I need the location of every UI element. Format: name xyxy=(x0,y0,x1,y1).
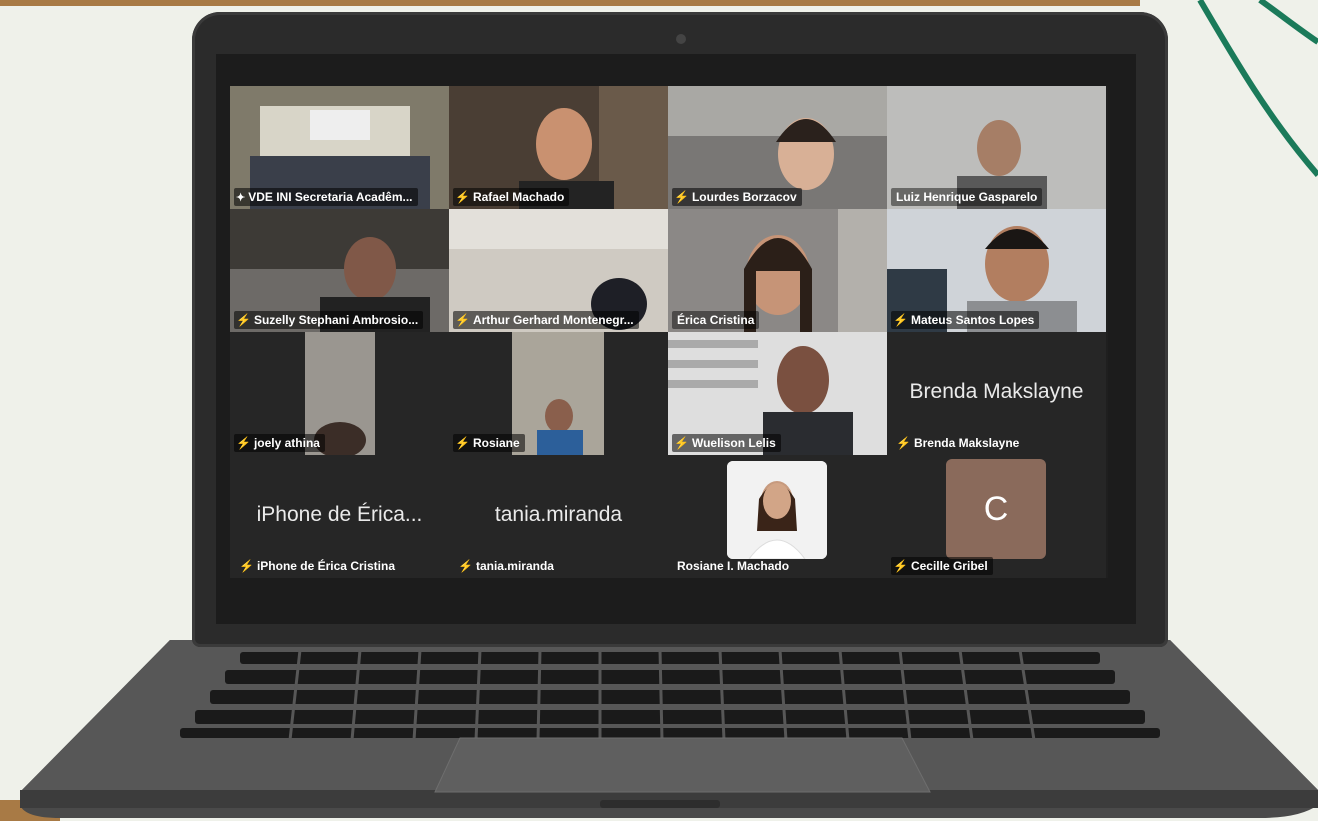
participant-name-tag: ⚡ Suzelly Stephani Ambrosio... xyxy=(234,311,424,329)
laptop-lid: ✦ VDE INI Secretaria Acadêm... ⚡ Rafael Ma… xyxy=(192,12,1168,647)
mic-off-icon: ⚡ xyxy=(239,559,254,573)
participant-name-tag: ✦ VDE INI Secretaria Acadêm... xyxy=(234,188,418,206)
mic-off-icon: ⚡ xyxy=(893,559,908,573)
participant-name-tag: Rosiane I. Machado xyxy=(677,559,790,573)
mic-off-icon: ⚡ xyxy=(458,559,473,573)
participant-name-tag: Érica Cristina xyxy=(672,311,760,329)
participant-tile[interactable]: ⚡ Wuelison Lelis xyxy=(668,332,887,455)
participant-tile[interactable]: iPhone de Érica... ⚡ iPhone de Érica Cris… xyxy=(230,455,449,578)
participant-name-tag: ⚡ Wuelison Lelis xyxy=(672,434,781,452)
participant-tile[interactable]: ⚡ Suzelly Stephani Ambrosio... xyxy=(230,209,449,332)
participant-tile[interactable]: Rosiane I. Machado xyxy=(668,455,887,578)
pin-icon: ✦ xyxy=(236,191,246,204)
participant-tile[interactable]: C ⚡ Cecille Gribel xyxy=(887,455,1106,578)
participant-tile[interactable]: Érica Cristina xyxy=(668,209,887,332)
participant-tile[interactable]: Brenda Makslayne ⚡ Brenda Makslayne xyxy=(887,332,1106,455)
participant-name-tag: ⚡ tania.miranda xyxy=(458,559,554,573)
participant-name-tag: ⚡ joely athina xyxy=(234,434,325,452)
participant-display-name: Brenda Makslayne xyxy=(909,380,1084,403)
participant-name-tag: ⚡ Mateus Santos Lopes xyxy=(891,311,1040,329)
profile-photo xyxy=(727,461,827,559)
mic-off-icon: ⚡ xyxy=(674,436,689,450)
mic-off-icon: ⚡ xyxy=(896,436,911,450)
participant-name-tag: ⚡ iPhone de Érica Cristina xyxy=(239,559,395,573)
participant-name-tag: Luiz Henrique Gasparelo xyxy=(891,188,1043,206)
webcam xyxy=(676,34,686,44)
participant-tile[interactable]: Luiz Henrique Gasparelo xyxy=(887,86,1106,209)
participant-name-tag: ⚡ Brenda Makslayne xyxy=(896,436,1020,450)
mic-off-icon: ⚡ xyxy=(455,436,470,450)
participant-tile[interactable]: ⚡ Rafael Machado xyxy=(449,86,668,209)
mic-off-icon: ⚡ xyxy=(455,313,470,327)
mic-off-icon: ⚡ xyxy=(236,313,251,327)
participant-name-tag: ⚡ Lourdes Borzacov xyxy=(672,188,802,206)
participant-tile[interactable]: ⚡ Mateus Santos Lopes xyxy=(887,209,1106,332)
participant-tile[interactable]: ⚡ Lourdes Borzacov xyxy=(668,86,887,209)
mic-off-icon: ⚡ xyxy=(236,436,251,450)
participant-display-name: iPhone de Érica... xyxy=(256,503,423,526)
participant-name-tag: ⚡ Cecille Gribel xyxy=(891,557,993,575)
participant-tile[interactable]: tania.miranda ⚡ tania.miranda xyxy=(449,455,668,578)
mic-off-icon: ⚡ xyxy=(674,190,689,204)
participant-tile[interactable]: ⚡ Rosiane xyxy=(449,332,668,455)
mic-off-icon: ⚡ xyxy=(893,313,908,327)
participant-tile[interactable]: ⚡ Arthur Gerhard Montenegr... xyxy=(449,209,668,332)
avatar: C xyxy=(946,459,1046,559)
screen: ✦ VDE INI Secretaria Acadêm... ⚡ Rafael Ma… xyxy=(216,54,1136,624)
participant-name-tag: ⚡ Arthur Gerhard Montenegr... xyxy=(453,311,639,329)
participant-name-tag: ⚡ Rafael Machado xyxy=(453,188,570,206)
participant-display-name: tania.miranda xyxy=(494,503,623,526)
video-grid: ✦ VDE INI Secretaria Acadêm... ⚡ Rafael Ma… xyxy=(230,86,1108,578)
participant-name-tag: ⚡ Rosiane xyxy=(453,434,525,452)
mic-off-icon: ⚡ xyxy=(455,190,470,204)
participant-tile[interactable]: ⚡ joely athina xyxy=(230,332,449,455)
participant-tile[interactable]: ✦ VDE INI Secretaria Acadêm... xyxy=(230,86,449,209)
